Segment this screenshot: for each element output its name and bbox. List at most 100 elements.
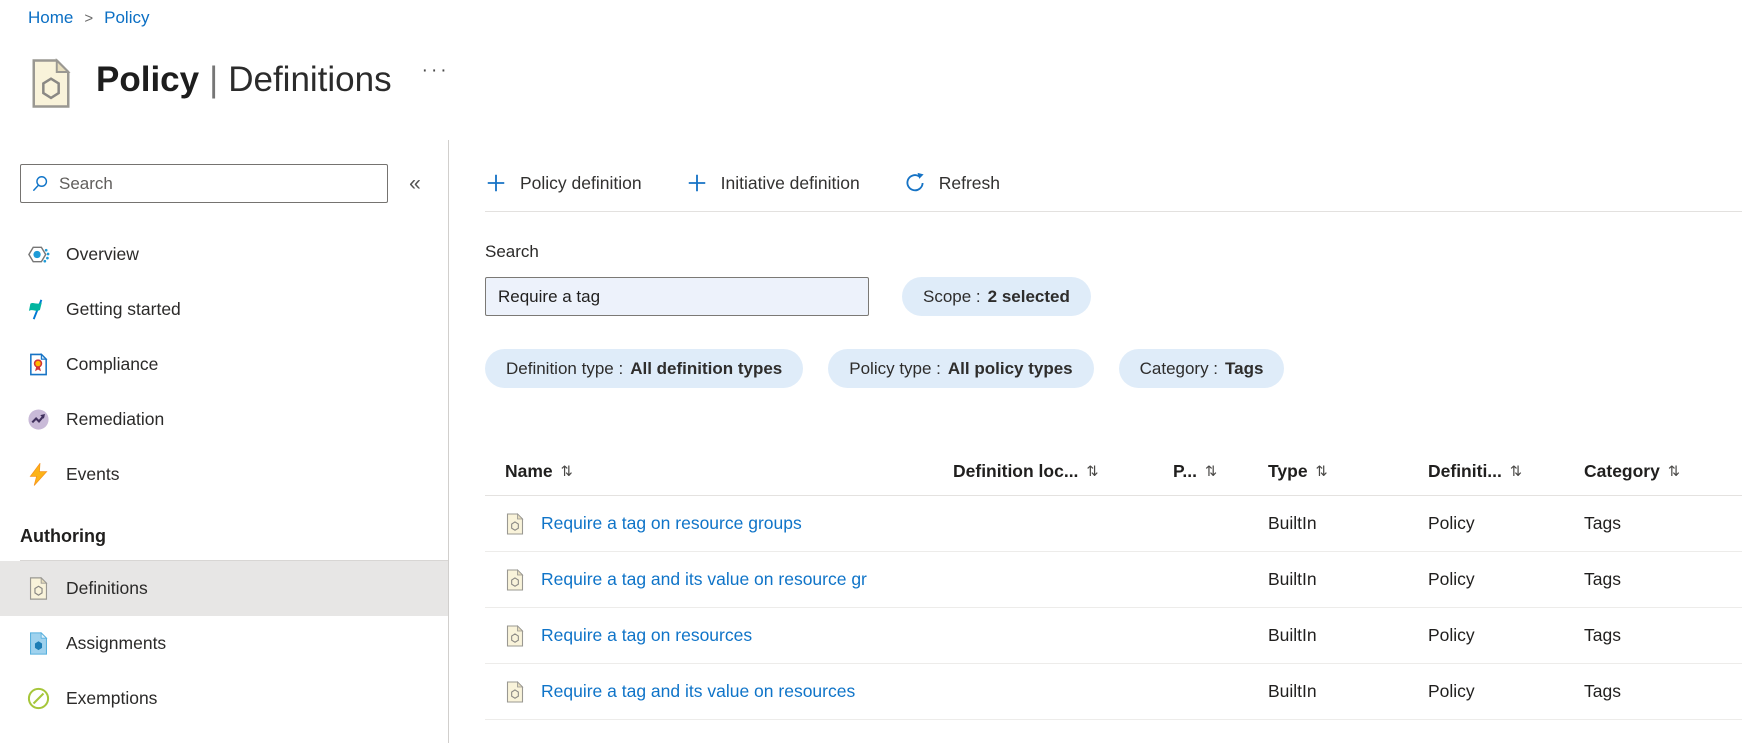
category-filter-label: Category : [1139,358,1219,378]
sidebar-item-exemptions[interactable]: Exemptions [0,671,448,726]
sidebar-item-definitions[interactable]: Definitions [0,561,448,616]
plus-icon [485,172,507,194]
sidebar-item-label: Compliance [66,354,159,374]
policy-definition-button-label: Policy definition [520,172,642,193]
sort-icon: ⇅ [1086,463,1099,480]
scope-filter-label: Scope : [923,286,981,306]
type-cell: BuiltIn [1268,625,1317,645]
content-layout: « Overview Getting started Compliance Re… [0,140,1742,743]
definition-type-filter-label: Definition type : [506,358,624,378]
sort-icon: ⇅ [1205,463,1218,480]
scope-filter-pill[interactable]: Scope : 2 selected [902,277,1091,316]
sidebar-item-overview[interactable]: Overview [0,227,448,282]
breadcrumb: Home > Policy [28,8,149,28]
type-cell: BuiltIn [1268,569,1317,589]
filter-row-top: Scope : 2 selected [485,277,1742,316]
policy-definition-button[interactable]: Policy definition [485,172,642,194]
page-header: Policy | Definitions ··· [28,50,450,110]
column-header-type[interactable]: Type ⇅ [1268,461,1428,482]
filter-row-bottom: Definition type : All definition types Po… [485,349,1742,388]
policy-definition-icon [505,625,525,647]
policy-type-filter-label: Policy type : [849,358,941,378]
breadcrumb-home-link[interactable]: Home [28,8,73,28]
more-options-icon[interactable]: ··· [422,60,450,82]
compliance-icon [27,353,50,376]
sidebar-item-label: Events [66,464,120,484]
category-cell: Tags [1584,569,1621,589]
initiative-definition-button-label: Initiative definition [720,172,860,193]
page-title: Policy | Definitions [96,50,392,110]
assignments-icon [27,632,50,655]
definition-link[interactable]: Require a tag and its value on resource … [541,569,867,590]
main-content: Policy definition Initiative definition … [449,140,1742,743]
page-title-primary: Policy [96,60,200,99]
column-header-definition-type[interactable]: Definiti... ⇅ [1428,461,1584,482]
definitions-table: Name ⇅ Definition loc... ⇅ P... ⇅ Type ⇅… [485,448,1742,720]
refresh-button-label: Refresh [938,172,1001,193]
column-header-category[interactable]: Category ⇅ [1584,461,1742,482]
definition-type-filter-value: All definition types [630,358,783,378]
column-header-label: Type [1268,461,1308,481]
breadcrumb-policy-link[interactable]: Policy [104,8,149,28]
plus-icon [686,172,708,194]
category-filter-pill[interactable]: Category : Tags [1118,349,1285,388]
definition-type-cell: Policy [1428,681,1475,701]
sidebar-item-getting-started[interactable]: Getting started [0,282,448,337]
column-header-definition-location[interactable]: Definition loc... ⇅ [953,461,1173,482]
sidebar-item-label: Exemptions [66,688,158,708]
column-header-label: Definiti... [1428,461,1502,481]
table-row: Require a tag and its value on resource … [485,552,1742,608]
category-cell: Tags [1584,625,1621,645]
scope-filter-value: 2 selected [987,286,1070,306]
sidebar-item-remediation[interactable]: Remediation [0,392,448,447]
sidebar-collapse-icon[interactable]: « [388,172,442,196]
overview-icon [27,243,50,266]
events-icon [27,463,50,486]
definition-link[interactable]: Require a tag on resources [541,625,752,646]
table-row: Require a tag on resource groups BuiltIn… [485,496,1742,552]
page-title-separator: | [209,60,219,99]
definition-link[interactable]: Require a tag on resource groups [541,513,802,534]
sidebar-section-authoring: Authoring [20,526,106,546]
refresh-button[interactable]: Refresh [904,172,1000,194]
table-row: Require a tag and its value on resources… [485,664,1742,720]
command-bar: Policy definition Initiative definition … [485,165,1742,201]
sidebar-search-box[interactable] [20,164,388,203]
getting-started-icon [27,298,50,321]
definitions-search-input[interactable] [485,277,869,316]
initiative-definition-button[interactable]: Initiative definition [686,172,860,194]
sort-icon: ⇅ [560,463,573,480]
toolbar-divider [485,211,1742,212]
type-cell: BuiltIn [1268,681,1317,701]
policy-type-filter-pill[interactable]: Policy type : All policy types [828,349,1094,388]
sidebar-item-label: Getting started [66,299,181,319]
search-field-label: Search [485,242,539,261]
column-header-label: P... [1173,461,1198,481]
refresh-icon [904,172,926,194]
definition-type-cell: Policy [1428,569,1475,589]
category-cell: Tags [1584,513,1621,533]
definition-type-cell: Policy [1428,625,1475,645]
definition-link[interactable]: Require a tag and its value on resources [541,681,855,702]
column-header-label: Category [1584,461,1660,481]
policy-page-icon [28,58,74,109]
table-row: Require a tag on resources BuiltIn Polic… [485,608,1742,664]
category-filter-value: Tags [1225,358,1264,378]
definition-type-filter-pill[interactable]: Definition type : All definition types [485,349,804,388]
policy-definition-icon [27,577,50,600]
category-cell: Tags [1584,681,1621,701]
policy-definition-icon [505,513,525,535]
exemptions-icon [27,687,50,710]
table-header-row: Name ⇅ Definition loc... ⇅ P... ⇅ Type ⇅… [485,448,1742,496]
sort-icon: ⇅ [1667,463,1681,480]
page-title-secondary: Definitions [228,60,392,99]
sidebar-item-events[interactable]: Events [0,447,448,502]
sidebar-search-row: « [0,164,448,203]
sidebar-item-assignments[interactable]: Assignments [0,616,448,671]
column-header-policies[interactable]: P... ⇅ [1173,461,1268,482]
type-cell: BuiltIn [1268,513,1317,533]
sidebar-search-input[interactable] [59,173,377,194]
column-header-name[interactable]: Name ⇅ [485,461,953,482]
sidebar-item-compliance[interactable]: Compliance [0,337,448,392]
definition-type-cell: Policy [1428,513,1475,533]
